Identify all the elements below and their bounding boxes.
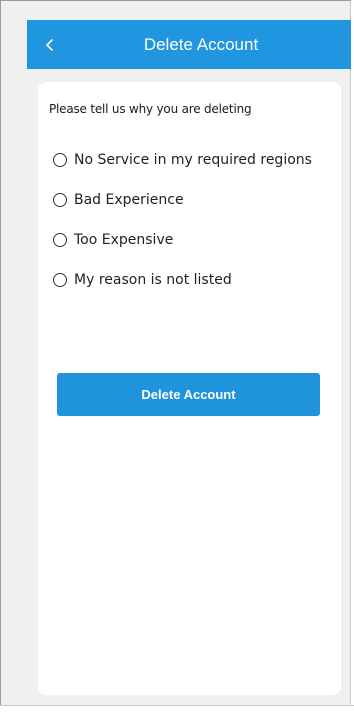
radio-button[interactable]: [53, 273, 67, 287]
reason-option-too-expensive[interactable]: Too Expensive: [53, 220, 312, 260]
divider: [0, 705, 354, 706]
delete-reason-card: Please tell us why you are deleting No S…: [38, 82, 341, 695]
reason-label: No Service in my required regions: [74, 152, 312, 168]
chevron-left-icon: [45, 38, 55, 52]
reason-option-bad-experience[interactable]: Bad Experience: [53, 180, 312, 220]
back-button[interactable]: [35, 20, 65, 69]
delete-account-button[interactable]: Delete Account: [57, 373, 320, 416]
app-frame: Delete Account Please tell us why you ar…: [0, 0, 351, 705]
radio-button[interactable]: [53, 193, 67, 207]
reason-option-not-listed[interactable]: My reason is not listed: [53, 260, 312, 300]
reason-label: My reason is not listed: [74, 272, 232, 288]
reason-option-no-service[interactable]: No Service in my required regions: [53, 140, 312, 180]
reason-label: Bad Experience: [74, 192, 184, 208]
reason-options: No Service in my required regions Bad Ex…: [53, 140, 312, 300]
app-header: Delete Account: [27, 20, 351, 69]
radio-button[interactable]: [53, 153, 67, 167]
reason-label: Too Expensive: [74, 232, 174, 248]
page-title: Delete Account: [143, 35, 259, 54]
radio-button[interactable]: [53, 233, 67, 247]
reason-prompt: Please tell us why you are deleting: [49, 102, 252, 116]
